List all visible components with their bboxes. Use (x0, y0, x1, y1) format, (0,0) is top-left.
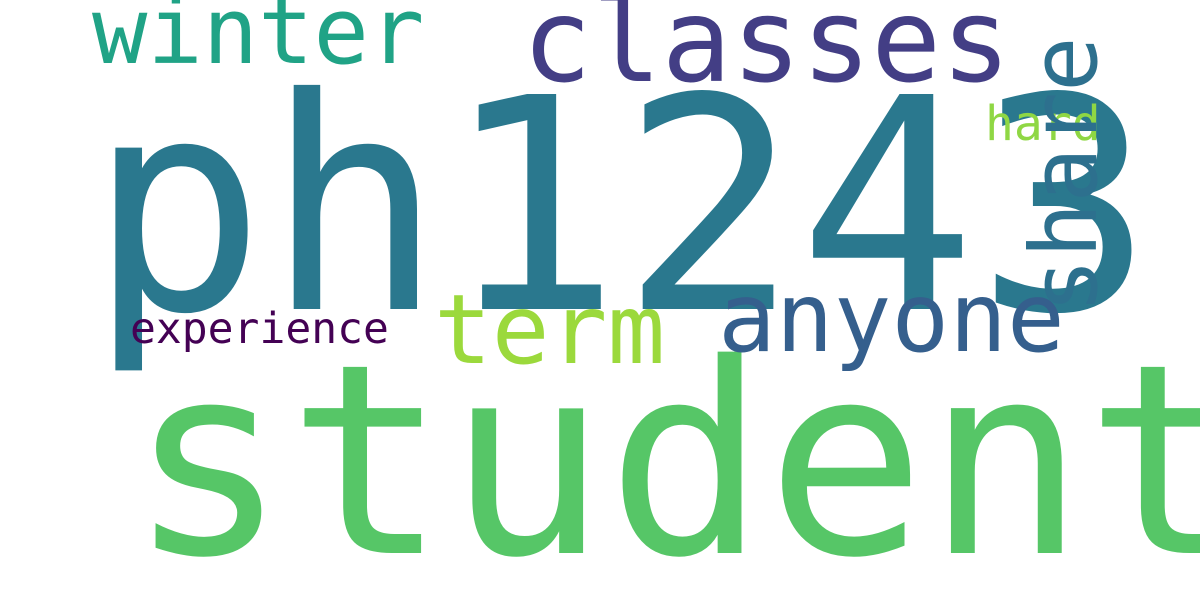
word-cloud: ph1243 student winter classes term anyon… (0, 0, 1200, 600)
word-share: share (1011, 36, 1118, 314)
word-classes: classes (522, 0, 1011, 109)
word-term: term (434, 274, 666, 386)
word-experience: experience (130, 304, 389, 354)
word-winter: winter (92, 0, 425, 85)
